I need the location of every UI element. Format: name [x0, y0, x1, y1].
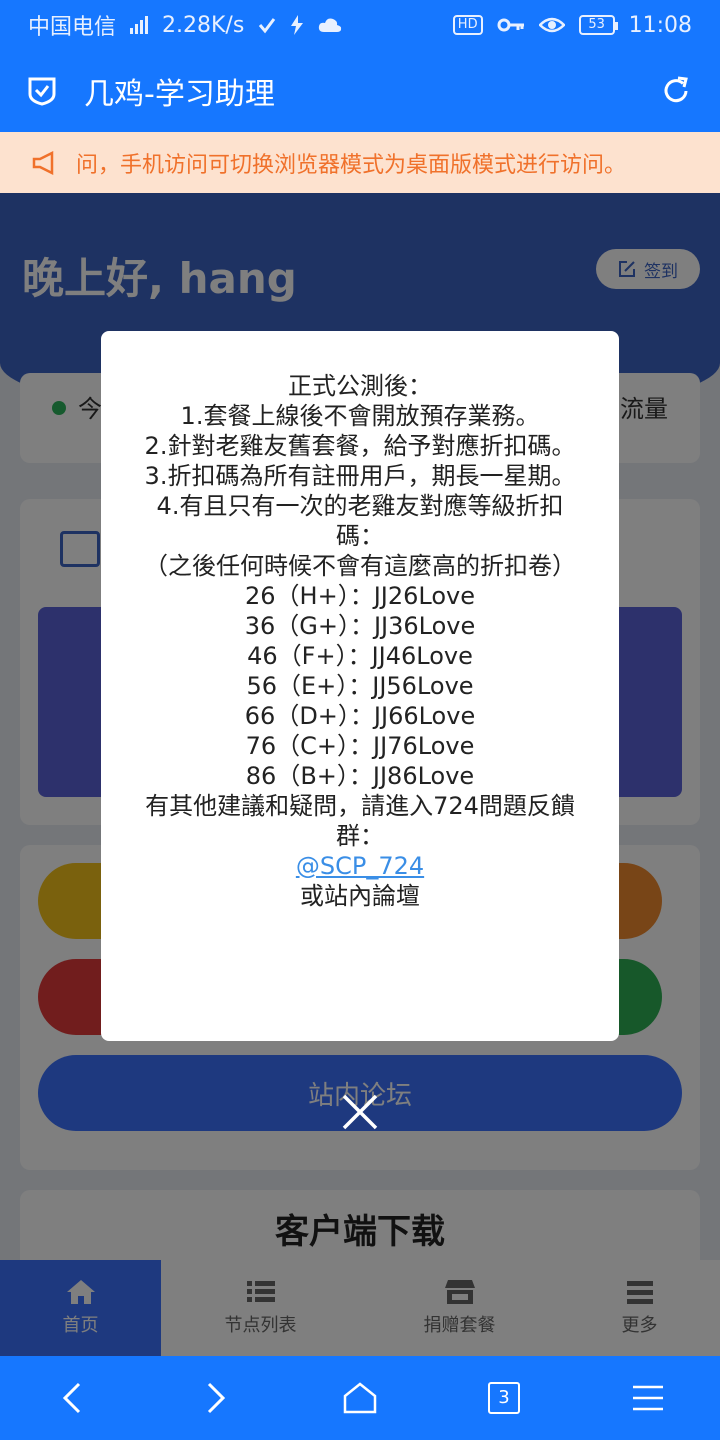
app-header: 几鸡-学习助理	[0, 50, 720, 132]
browser-nav-bar: 3	[0, 1356, 720, 1440]
announcement-line: 有其他建議和疑問，請進入724問題反饋群：	[145, 792, 575, 850]
clock: 11:08	[628, 12, 692, 38]
tab-count: 3	[488, 1382, 520, 1414]
check-icon	[259, 18, 276, 34]
carrier-label: 中国电信	[28, 15, 117, 40]
announcement-line: 正式公測後：	[288, 372, 432, 400]
bolt-icon	[291, 15, 304, 35]
battery-icon: 53	[578, 15, 618, 35]
network-speed: 2.28K/s	[162, 12, 245, 38]
notice-bar: 问，手机访问可切换浏览器模式为桌面版模式进行访问。	[0, 132, 720, 193]
status-bar: 中国电信 2.28K/s HD 53 11:08	[0, 0, 720, 50]
home-button[interactable]	[340, 1378, 380, 1418]
refresh-icon[interactable]	[660, 75, 692, 107]
chevron-right-icon	[207, 1382, 226, 1414]
discount-code-line: 56（E+）：JJ56Love	[246, 672, 474, 700]
signal-icon	[130, 16, 149, 34]
announcement-line: （之後任何時候不會有這麼高的折扣卷）	[144, 552, 576, 580]
announcement-modal: 正式公測後： 1.套餐上線後不會開放預存業務。 2.針對老雞友舊套餐，給予對應折…	[101, 331, 619, 1041]
announcement-line: 1.套餐上線後不會開放預存業務。	[180, 402, 540, 430]
hd-badge: HD	[452, 15, 483, 35]
discount-code-line: 46（F+）：JJ46Love	[247, 642, 473, 670]
discount-code-line: 66（D+）：JJ66Love	[244, 702, 476, 730]
discount-code-line: 76（C+）：JJ76Love	[245, 732, 475, 760]
discount-code-line: 86（B+）：JJ86Love	[245, 762, 475, 790]
announcement-line: 3.折扣碼為所有註冊用戶，期長一星期。	[144, 462, 576, 490]
eye-icon	[538, 17, 565, 33]
chevron-left-icon	[62, 1382, 81, 1414]
announcement-line: 4.有且只有一次的老雞友對應等級折扣碼：	[156, 492, 564, 550]
discount-code-line: 26（H+）：JJ26Love	[245, 582, 475, 610]
tabs-button[interactable]: 3	[484, 1378, 524, 1418]
shield-check-icon	[28, 77, 56, 106]
forward-button[interactable]	[196, 1378, 236, 1418]
discount-code-line: 36（G+）：JJ36Love	[244, 612, 476, 640]
close-icon[interactable]	[340, 1092, 380, 1132]
cloud-icon	[319, 18, 342, 32]
menu-button[interactable]	[628, 1378, 668, 1418]
megaphone-icon	[32, 150, 54, 175]
menu-icon	[633, 1385, 663, 1411]
announcement-text: 正式公測後： 1.套餐上線後不會開放預存業務。 2.針對老雞友舊套餐，給予對應折…	[101, 371, 619, 911]
announcement-footer: 或站內論壇	[300, 882, 420, 910]
app-title: 几鸡-学习助理	[84, 77, 275, 112]
back-button[interactable]	[52, 1378, 92, 1418]
announcement-line: 2.針對老雞友舊套餐，給予對應折扣碼。	[144, 432, 576, 460]
home-outline-icon	[343, 1382, 377, 1414]
feedback-group-link[interactable]: @SCP_724	[135, 851, 585, 881]
notice-text: 问，手机访问可切换浏览器模式为桌面版模式进行访问。	[76, 152, 627, 178]
key-icon	[497, 18, 524, 32]
